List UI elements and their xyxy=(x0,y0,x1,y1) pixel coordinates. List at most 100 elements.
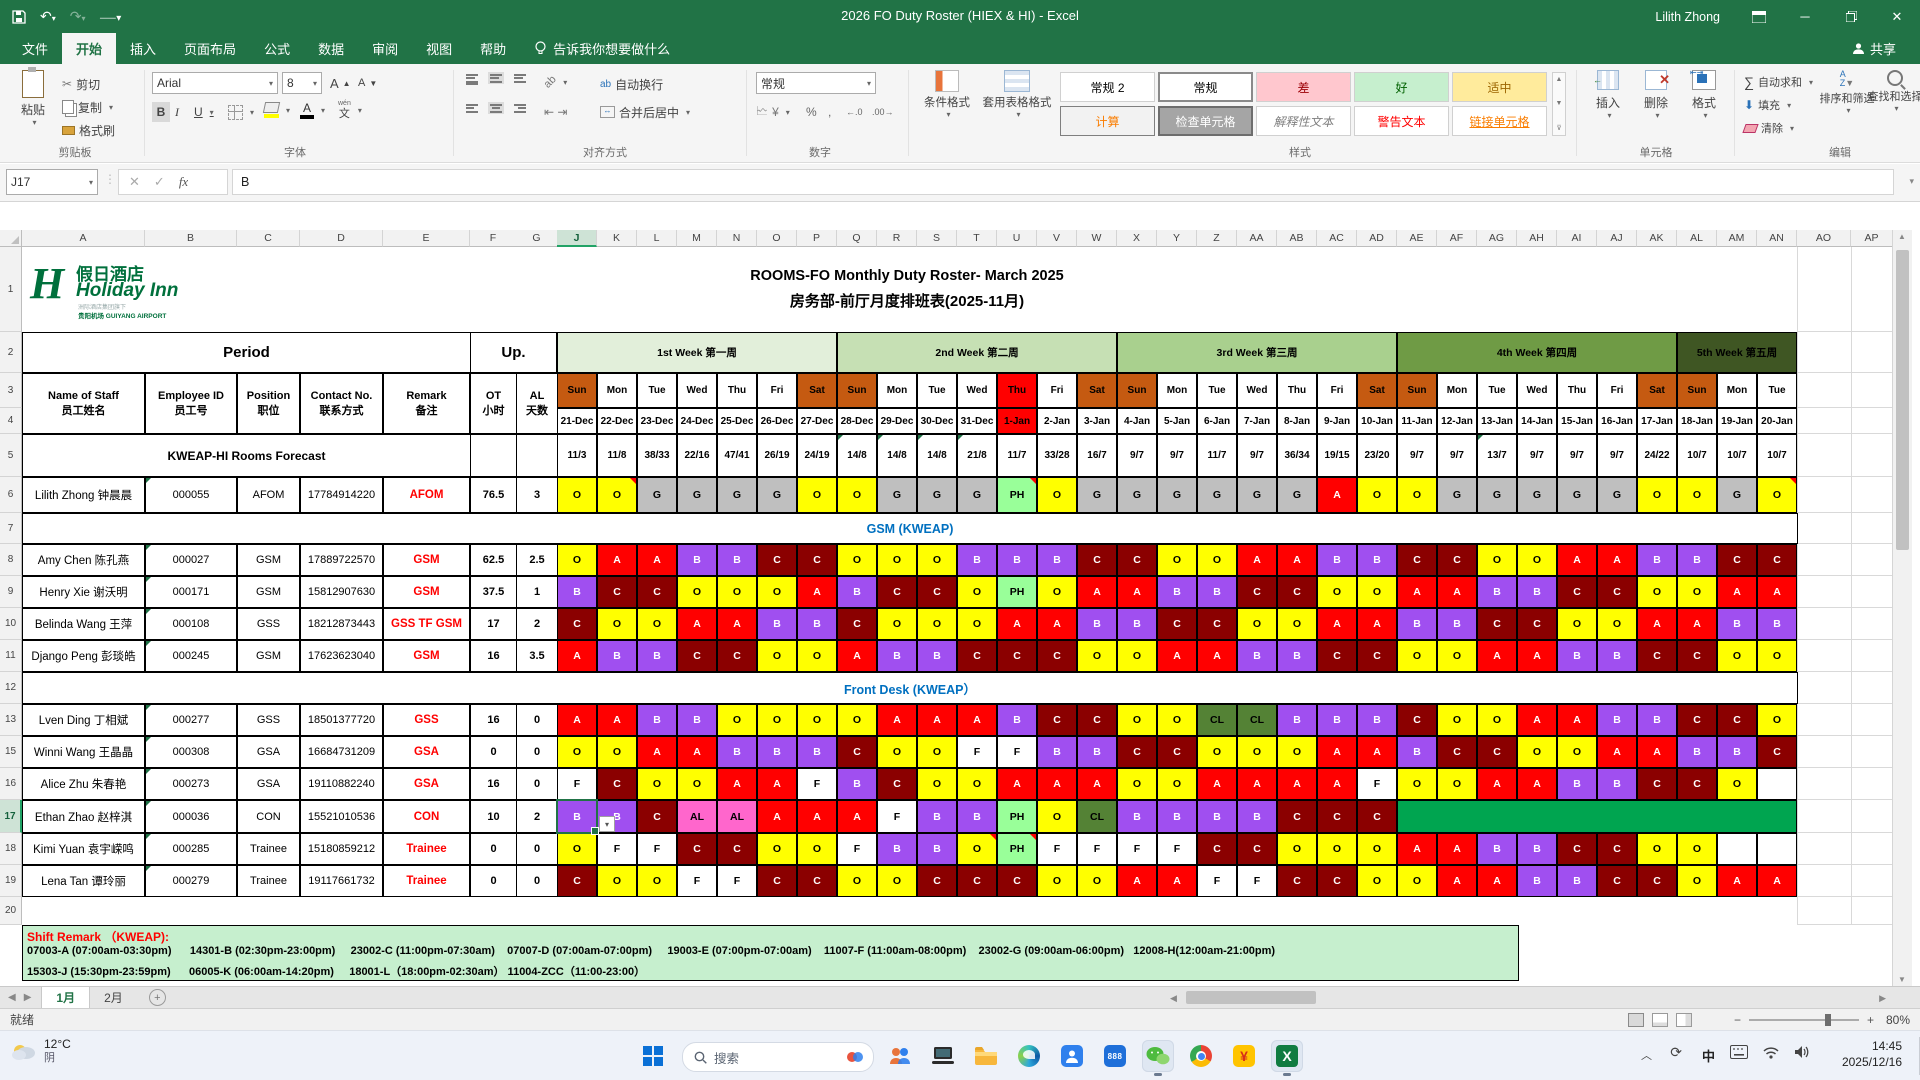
roster-cell[interactable]: C xyxy=(1077,544,1117,576)
roster-cell[interactable]: G xyxy=(1157,477,1197,513)
roster-cell[interactable]: C xyxy=(957,640,997,672)
roster-cell[interactable]: O xyxy=(1397,768,1437,800)
roster-cell[interactable]: O xyxy=(1637,833,1677,865)
roster-cell[interactable]: F xyxy=(997,736,1037,768)
roster-cell[interactable]: F xyxy=(637,833,677,865)
roster-cell[interactable]: O xyxy=(1517,544,1557,576)
roster-cell[interactable]: F xyxy=(1077,833,1117,865)
roster-cell[interactable]: O xyxy=(1437,768,1477,800)
roster-cell[interactable]: B xyxy=(997,704,1037,736)
roster-cell[interactable]: O xyxy=(1557,736,1597,768)
roster-cell[interactable]: B xyxy=(957,544,997,576)
roster-cell[interactable]: B xyxy=(1517,865,1557,897)
roster-cell[interactable]: G xyxy=(1477,477,1517,513)
comma-style-button[interactable]: , xyxy=(828,102,831,122)
roster-cell[interactable]: A xyxy=(1597,544,1637,576)
col-header-T[interactable]: T xyxy=(957,230,997,247)
roster-cell[interactable]: B xyxy=(877,833,917,865)
col-header-AH[interactable]: AH xyxy=(1517,230,1557,247)
tab-page-layout[interactable]: 页面布局 xyxy=(170,33,250,64)
format-as-table-button[interactable]: 套用表格格式 ▾ xyxy=(983,70,1052,119)
row-header-19[interactable]: 19 xyxy=(0,865,22,897)
roster-cell[interactable]: F xyxy=(557,768,597,800)
roster-cell[interactable]: C xyxy=(1597,865,1637,897)
roster-cell[interactable]: B xyxy=(717,736,757,768)
roster-cell[interactable]: B xyxy=(917,640,957,672)
conditional-formatting-button[interactable]: 条件格式 ▾ xyxy=(916,70,978,119)
roster-cell[interactable]: C xyxy=(1197,608,1237,640)
roster-cell[interactable]: O xyxy=(1037,576,1077,608)
roster-cell[interactable]: O xyxy=(1757,704,1797,736)
roster-cell[interactable]: A xyxy=(1757,576,1797,608)
roster-cell[interactable]: G xyxy=(1557,477,1597,513)
roster-cell[interactable]: C xyxy=(1597,833,1637,865)
roster-cell[interactable]: O xyxy=(1357,576,1397,608)
roster-cell[interactable]: B xyxy=(1637,544,1677,576)
roster-cell[interactable]: C xyxy=(1357,800,1397,833)
phonetic-guide-button[interactable]: wén 文 ▾ xyxy=(338,100,362,120)
font-name-select[interactable]: Arial ▾ xyxy=(152,72,278,94)
roster-cell[interactable]: C xyxy=(1517,608,1557,640)
roster-cell[interactable]: O xyxy=(1717,640,1757,672)
roster-cell[interactable]: O xyxy=(1317,833,1357,865)
roster-cell[interactable]: A xyxy=(1757,865,1797,897)
roster-cell[interactable]: A xyxy=(1157,865,1197,897)
roster-cell[interactable]: C xyxy=(1317,800,1357,833)
tell-me-box[interactable]: 告诉我你想要做什么 xyxy=(520,33,684,64)
col-header-AB[interactable]: AB xyxy=(1277,230,1317,247)
col-header-AN[interactable]: AN xyxy=(1757,230,1797,247)
roster-cell[interactable]: O xyxy=(1677,477,1717,513)
roster-cell[interactable]: O xyxy=(677,768,717,800)
roster-cell[interactable]: O xyxy=(837,704,877,736)
roster-cell[interactable]: A xyxy=(797,800,837,833)
roster-cell[interactable]: O xyxy=(637,608,677,640)
roster-cell[interactable]: G xyxy=(1277,477,1317,513)
font-color-button[interactable]: A ▾ xyxy=(300,100,325,120)
row-header-10[interactable]: 10 xyxy=(0,608,22,640)
roster-cell[interactable]: A xyxy=(877,704,917,736)
roster-cell[interactable]: B xyxy=(1717,608,1757,640)
roster-cell[interactable]: A xyxy=(1037,768,1077,800)
style-gallery-scroll[interactable]: ▲ ▼ ⊽ xyxy=(1552,72,1566,136)
col-header-P[interactable]: P xyxy=(797,230,837,247)
sync-icon[interactable]: ⟳ xyxy=(1670,1044,1682,1061)
roster-cell[interactable]: CL xyxy=(1237,704,1277,736)
col-header-AD[interactable]: AD xyxy=(1357,230,1397,247)
roster-cell[interactable]: A xyxy=(637,736,677,768)
roster-cell[interactable]: B xyxy=(1157,800,1197,833)
roster-cell[interactable]: C xyxy=(1117,544,1157,576)
roster-cell[interactable]: B xyxy=(1117,800,1157,833)
roster-cell[interactable]: G xyxy=(1517,477,1557,513)
col-header-AG[interactable]: AG xyxy=(1477,230,1517,247)
roster-cell[interactable]: B xyxy=(1757,608,1797,640)
horizontal-scrollbar[interactable]: ◀ ▶ xyxy=(1170,990,1886,1005)
number-format-select[interactable]: 常规 ▾ xyxy=(756,72,876,94)
roster-cell[interactable]: G xyxy=(1197,477,1237,513)
roster-cell[interactable]: C xyxy=(717,640,757,672)
roster-cell[interactable]: A xyxy=(557,640,597,672)
roster-cell[interactable]: C xyxy=(1757,736,1797,768)
row-header-1[interactable]: 1 xyxy=(0,247,22,332)
roster-cell[interactable]: C xyxy=(877,768,917,800)
cell-style-normal2[interactable]: 常规 2 xyxy=(1060,72,1155,102)
roster-cell[interactable]: C xyxy=(1277,800,1317,833)
roster-cell[interactable]: C xyxy=(1237,833,1277,865)
roster-cell[interactable]: C xyxy=(1637,640,1677,672)
roster-cell[interactable]: PH xyxy=(997,833,1037,865)
roster-cell[interactable]: O xyxy=(1037,800,1077,833)
borders-button[interactable]: ▾ xyxy=(228,102,254,122)
calculator-app-icon[interactable]: 888 xyxy=(1099,1040,1131,1072)
roster-cell[interactable]: A xyxy=(1037,608,1077,640)
roster-cell[interactable]: O xyxy=(957,608,997,640)
roster-cell[interactable]: O xyxy=(797,477,837,513)
roster-cell[interactable]: A xyxy=(1317,608,1357,640)
col-header-O[interactable]: O xyxy=(757,230,797,247)
roster-cell[interactable]: O xyxy=(797,640,837,672)
cell-style-check[interactable]: 检查单元格 xyxy=(1158,106,1253,136)
roster-cell[interactable]: A xyxy=(1157,640,1197,672)
roster-cell[interactable]: O xyxy=(1117,640,1157,672)
roster-cell[interactable]: A xyxy=(1357,736,1397,768)
roster-cell[interactable]: B xyxy=(797,608,837,640)
tab-scroll-right-icon[interactable]: ▶ xyxy=(24,992,32,1003)
tray-chevron-icon[interactable]: ︿ xyxy=(1641,1047,1652,1063)
